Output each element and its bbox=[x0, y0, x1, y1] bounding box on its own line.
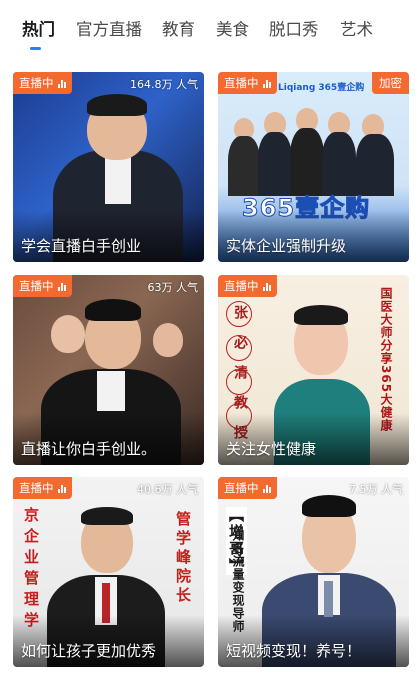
poster-caption: 国医大师分享365大健康 bbox=[379, 287, 393, 433]
card-title: 实体企业强制升级 bbox=[226, 237, 347, 255]
live-card[interactable]: 直播中 63万 人气 直播让你白手创业。 bbox=[13, 275, 204, 465]
viewer-count: 63万 人气 bbox=[147, 281, 199, 294]
live-badge: 直播中 bbox=[218, 477, 277, 499]
tab-food[interactable]: 美食 bbox=[216, 16, 249, 40]
live-bars-icon bbox=[57, 79, 66, 88]
viewer-count: 7.5万 人气 bbox=[349, 483, 403, 496]
encrypted-badge: 加密 bbox=[372, 72, 409, 94]
live-badge: 直播中 bbox=[13, 72, 72, 94]
active-tab-indicator bbox=[30, 47, 41, 50]
live-label: 直播中 bbox=[224, 481, 259, 495]
live-bars-icon bbox=[262, 79, 271, 88]
card-title: 如何让孩子更加优秀 bbox=[21, 642, 157, 660]
live-bars-icon bbox=[57, 282, 66, 291]
viewer-count: 40.6万 人气 bbox=[137, 483, 198, 496]
live-label: 直播中 bbox=[224, 76, 259, 90]
live-badge: 直播中 bbox=[13, 275, 72, 297]
viewer-count: 164.8万 人气 bbox=[130, 78, 198, 91]
live-bars-icon bbox=[262, 484, 271, 493]
live-label: 直播中 bbox=[19, 76, 54, 90]
tab-official-live[interactable]: 官方直播 bbox=[76, 16, 142, 40]
live-card[interactable]: 张必清教授 国医大师分享365大健康 直播中 关注女性健康 bbox=[218, 275, 409, 465]
poster-right-text: 管学峰院长 bbox=[174, 511, 192, 606]
live-badge: 直播中 bbox=[218, 275, 277, 297]
card-title: 直播让你白手创业。 bbox=[21, 440, 157, 458]
live-card[interactable]: 【增哥】 知名流量变现导师 直播中 7.5万 人气 短视频变现！养号！ bbox=[218, 477, 409, 667]
live-card[interactable]: Liqiang 365壹企购 365壹企购 直播中 加密 实体企业强制升级 bbox=[218, 72, 409, 262]
category-tabs: 热门 官方直播 教育 美食 脱口秀 艺术 bbox=[0, 0, 418, 58]
tab-education[interactable]: 教育 bbox=[162, 16, 195, 40]
live-badge: 直播中 bbox=[218, 72, 277, 94]
live-card[interactable]: 直播中 164.8万 人气 学会直播白手创业 bbox=[13, 72, 204, 262]
live-bars-icon bbox=[57, 484, 66, 493]
tab-talk-show[interactable]: 脱口秀 bbox=[269, 16, 319, 40]
live-label: 直播中 bbox=[224, 279, 259, 293]
live-card[interactable]: 京企业管理学 管学峰院长 直播中 40.6万 人气 如何让孩子更加优秀 bbox=[13, 477, 204, 667]
card-title: 短视频变现！养号！ bbox=[226, 642, 362, 660]
live-badge: 直播中 bbox=[13, 477, 72, 499]
live-bars-icon bbox=[262, 282, 271, 291]
live-label: 直播中 bbox=[19, 481, 54, 495]
card-title: 关注女性健康 bbox=[226, 440, 317, 458]
tab-art[interactable]: 艺术 bbox=[340, 16, 373, 40]
tab-hot[interactable]: 热门 bbox=[22, 16, 55, 40]
live-label: 直播中 bbox=[19, 279, 54, 293]
card-title: 学会直播白手创业 bbox=[21, 237, 142, 255]
poster-logo: Liqiang 365壹企购 bbox=[278, 83, 365, 93]
